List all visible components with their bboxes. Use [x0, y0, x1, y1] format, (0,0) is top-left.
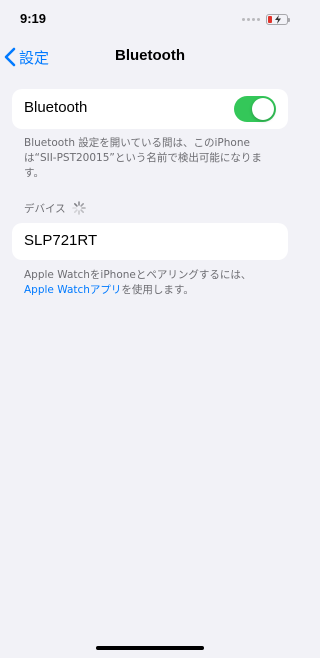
toggle-knob — [252, 98, 274, 120]
device-row[interactable]: SLP721RT — [12, 223, 288, 260]
status-icons — [242, 13, 290, 25]
home-indicator[interactable] — [96, 646, 204, 650]
page-title: Bluetooth — [115, 47, 185, 64]
battery-level — [268, 15, 272, 23]
battery-icon — [266, 13, 290, 25]
navigation-bar: 設定 Bluetooth — [0, 40, 300, 74]
signal-icon — [242, 17, 260, 21]
status-time: 9:19 — [20, 11, 47, 26]
bluetooth-footnote: Bluetooth 設定を開いている間は、このiPhoneは“SII-PST20… — [24, 137, 262, 179]
status-bar: 9:19 — [0, 0, 300, 40]
spinner-icon — [71, 201, 86, 215]
apple-watch-app-link[interactable]: Apple Watchアプリ — [24, 284, 121, 296]
devices-header-label: デバイス — [24, 202, 66, 215]
device-name: SLP721RT — [24, 232, 98, 249]
watch-footnote-suffix: を使用します。 — [121, 284, 194, 296]
devices-section-header: デバイス — [24, 200, 86, 216]
bluetooth-label: Bluetooth — [24, 99, 88, 116]
bluetooth-row: Bluetooth — [12, 89, 288, 129]
watch-footnote-prefix: Apple WatchをiPhoneとペアリングするには、 — [24, 269, 252, 281]
bluetooth-toggle[interactable] — [234, 96, 276, 122]
watch-footnote: Apple WatchをiPhoneとペアリングするには、 Apple Watch… — [24, 268, 280, 298]
charging-bolt-icon — [275, 14, 281, 24]
